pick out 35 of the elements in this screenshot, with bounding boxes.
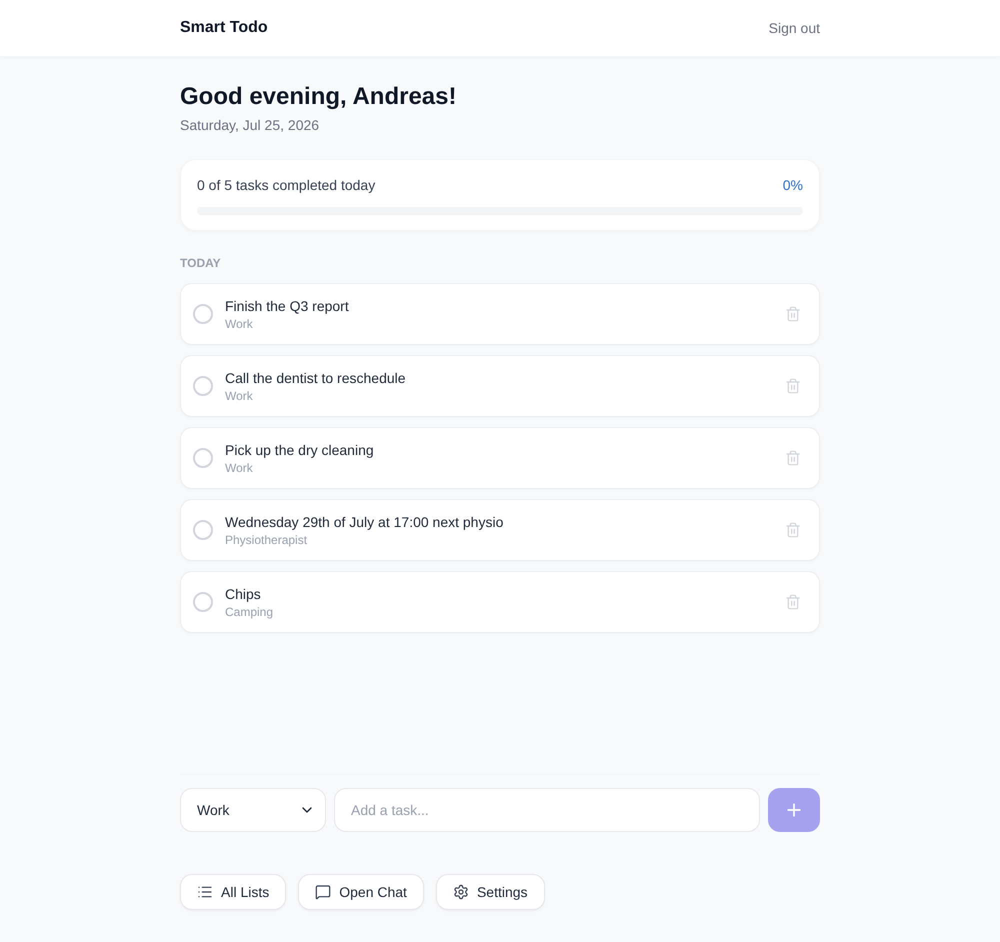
task-title: Finish the Q3 report (225, 297, 350, 316)
date-text: Saturday, Jul 25, 2026 (180, 116, 320, 135)
task-title: Wednesday 29th of July at 17:00 next physio (225, 513, 504, 532)
task-title: Chips (225, 585, 262, 604)
task-list-name: Work (225, 460, 254, 476)
list-icon (197, 884, 213, 900)
task-input[interactable]: Add a task... (334, 788, 760, 832)
task-title: Pick up the dry cleaning (225, 441, 375, 460)
trash-icon (785, 450, 801, 466)
sign-out-link[interactable]: Sign out (768, 18, 820, 38)
task-list-name: Physiotherapist (225, 532, 308, 548)
task-list-name: Work (225, 388, 254, 404)
task-title: Call the dentist to reschedule (225, 369, 407, 388)
progress-percent: 0% (782, 176, 803, 195)
progress-label: 0 of 5 tasks completed today (197, 176, 376, 195)
list-select[interactable]: Work (180, 788, 326, 832)
nav-button[interactable]: All Lists (180, 874, 286, 910)
trash-icon (785, 594, 801, 610)
task-list-name: Work (225, 316, 254, 332)
nav-button[interactable]: Open Chat (298, 874, 424, 910)
task-checkbox[interactable] (193, 520, 213, 540)
task-list-name: Camping (225, 604, 274, 620)
settings-icon (452, 884, 469, 900)
trash-icon (785, 306, 801, 322)
trash-icon (785, 378, 801, 394)
task-checkbox[interactable] (193, 376, 213, 396)
section-heading: TODAY (180, 255, 222, 271)
chat-bubble-icon (315, 884, 332, 900)
app-title: Smart Todo (180, 18, 268, 38)
task-checkbox[interactable] (193, 592, 213, 612)
nav-button[interactable]: Settings (436, 874, 545, 910)
greeting-heading: Good evening, Andreas! (180, 82, 458, 112)
trash-icon (785, 522, 801, 538)
task-checkbox[interactable] (193, 304, 213, 324)
task-checkbox[interactable] (193, 448, 213, 468)
